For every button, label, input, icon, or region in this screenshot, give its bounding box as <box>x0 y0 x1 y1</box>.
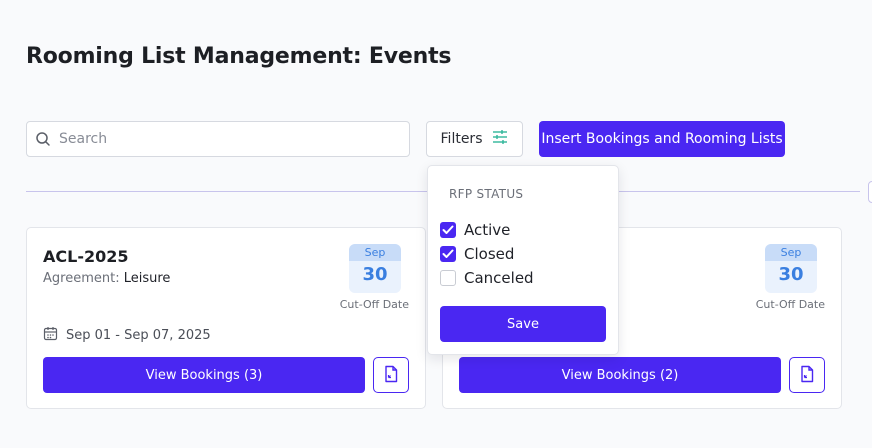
checkbox-checked-icon[interactable] <box>440 222 456 238</box>
cutoff-month: Sep <box>765 244 817 261</box>
calendar-icon <box>43 326 58 345</box>
option-label: Active <box>464 221 511 239</box>
event-name: ACL-2025 <box>43 247 129 266</box>
sliders-icon <box>492 130 508 148</box>
document-button[interactable] <box>373 357 409 393</box>
cutoff-day: 30 <box>778 264 804 285</box>
checkbox-unchecked-icon[interactable] <box>440 270 456 286</box>
cutoff-label: Cut-Off Date <box>755 298 825 311</box>
filter-option-canceled[interactable]: Canceled <box>440 269 534 287</box>
save-button[interactable]: Save <box>440 306 606 342</box>
date-range-text: Sep 01 - Sep 07, 2025 <box>66 328 211 343</box>
event-card: ACL-2025 Agreement: Leisure Sep 30 Cut-O… <box>26 227 426 409</box>
insert-bookings-button[interactable]: Insert Bookings and Rooming Lists <box>539 121 785 157</box>
cutoff-date-badge: Sep 30 <box>765 244 817 293</box>
search-input[interactable] <box>59 131 409 147</box>
checkbox-checked-icon[interactable] <box>440 246 456 262</box>
filter-option-closed[interactable]: Closed <box>440 245 514 263</box>
option-label: Closed <box>464 245 515 263</box>
agreement-value: Leisure <box>123 271 171 286</box>
rfp-status-title: RFP STATUS <box>449 187 524 201</box>
filters-dropdown: RFP STATUS Active Closed Canceled Save <box>427 165 619 355</box>
filters-label: Filters <box>440 131 483 147</box>
scroll-handle[interactable] <box>868 181 872 203</box>
option-label: Canceled <box>464 269 534 287</box>
document-button[interactable] <box>789 357 825 393</box>
search-box[interactable] <box>26 121 410 157</box>
view-bookings-button[interactable]: View Bookings (2) <box>459 357 781 393</box>
document-icon <box>383 365 399 386</box>
filter-option-active[interactable]: Active <box>440 221 510 239</box>
date-range-row: Sep 01 - Sep 07, 2025 <box>43 326 211 345</box>
page-title: Rooming List Management: Events <box>26 44 452 69</box>
search-icon <box>27 122 59 156</box>
filters-button[interactable]: Filters <box>426 121 523 157</box>
agreement-label: Agreement: <box>43 271 120 286</box>
view-bookings-button[interactable]: View Bookings (3) <box>43 357 365 393</box>
cutoff-date-badge: Sep 30 <box>349 244 401 293</box>
document-icon <box>799 365 815 386</box>
cutoff-day: 30 <box>362 264 388 285</box>
agreement-row: Agreement: Leisure <box>43 271 170 286</box>
cutoff-month: Sep <box>349 244 401 261</box>
cutoff-label: Cut-Off Date <box>339 298 409 311</box>
